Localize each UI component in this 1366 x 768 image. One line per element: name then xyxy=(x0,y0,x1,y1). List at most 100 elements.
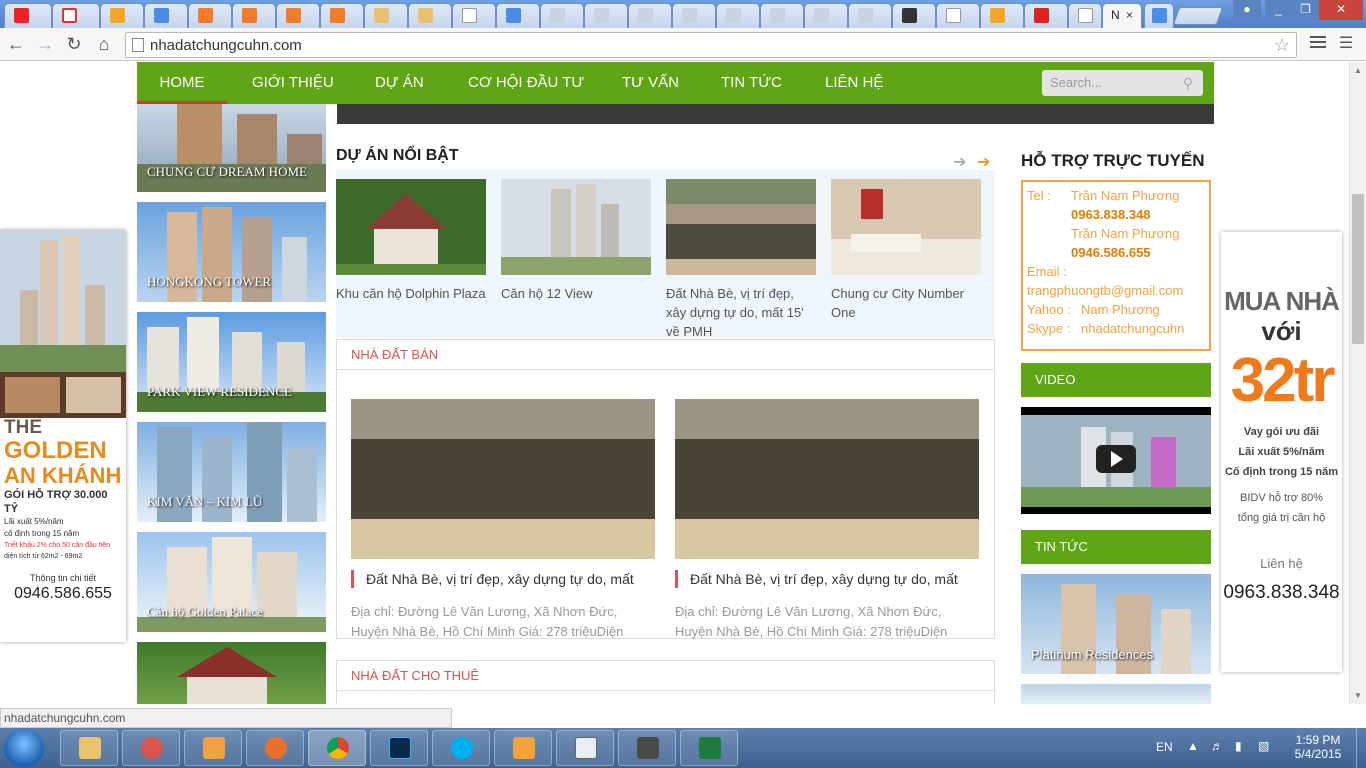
listing-item[interactable]: Đất Nhà Bè, vị trí đẹp, xây dựng tự do, … xyxy=(675,399,979,642)
tab-loading-7[interactable] xyxy=(804,3,848,28)
left-floating-ad[interactable]: THE GOLDEN AN KHÁNH GÓI HỖ TRỢ 30.000 TỶ… xyxy=(0,230,126,642)
taskbar-explorer[interactable] xyxy=(60,730,118,766)
tab-gmail[interactable] xyxy=(52,3,100,28)
support-skype[interactable]: nhadatchungcuhn xyxy=(1081,321,1184,336)
featured-item[interactable]: Khu căn hộ Dolphin Plaza xyxy=(336,179,486,303)
featured-item[interactable]: Căn hộ 12 View xyxy=(501,179,651,303)
user-icon[interactable]: ● xyxy=(1233,0,1261,20)
support-email[interactable]: trangphuongtb@gmail.com xyxy=(1027,281,1205,300)
project-card[interactable]: Căn hộ Golden Palace xyxy=(137,532,326,632)
project-card[interactable]: HONGKONG TOWER xyxy=(137,202,326,302)
tab-site-4[interactable] xyxy=(320,3,364,28)
next-arrow-icon[interactable]: ➔ xyxy=(977,152,990,172)
video-player[interactable] xyxy=(1021,407,1211,514)
search-input[interactable]: Search... ⚲ xyxy=(1042,70,1203,96)
project-card[interactable]: KIM VĂN – KIM LŨ xyxy=(137,422,326,522)
tab-loading-4[interactable] xyxy=(672,3,716,28)
tab-doc-2[interactable] xyxy=(936,3,980,28)
menu-icon[interactable] xyxy=(1310,36,1326,51)
support-yahoo[interactable]: Nam Phương xyxy=(1081,302,1160,317)
tab-youtube[interactable] xyxy=(4,3,52,28)
news-item[interactable] xyxy=(1021,684,1211,704)
listing-item[interactable]: Đất Nhà Bè, vị trí đẹp, xây dựng tự do, … xyxy=(351,399,655,642)
featured-item[interactable]: Đất Nhà Bè, vị trí đẹp, xây dựng tự do, … xyxy=(666,179,816,341)
tab-pma[interactable] xyxy=(100,3,144,28)
support-phone[interactable]: 0963.838.348 xyxy=(1071,207,1151,222)
scroll-up-icon[interactable]: ▲ xyxy=(1354,66,1362,75)
taskbar-window[interactable] xyxy=(556,730,614,766)
tab-site-3[interactable] xyxy=(276,3,320,28)
reload-button[interactable]: ↻ xyxy=(62,32,86,56)
tab-loading-1[interactable] xyxy=(540,3,584,28)
tab-google-1[interactable] xyxy=(496,3,540,28)
tab-loading-5[interactable] xyxy=(716,3,760,28)
featured-item[interactable]: Chung cư City Number One xyxy=(831,179,981,322)
tab-site-2[interactable] xyxy=(232,3,276,28)
language-indicator[interactable]: EN xyxy=(1156,740,1173,754)
clock[interactable]: 1:59 PM 5/4/2015 xyxy=(1293,733,1343,761)
tab-site-7[interactable] xyxy=(892,3,936,28)
nav-home[interactable]: HOME xyxy=(137,62,227,104)
back-button[interactable]: ← xyxy=(4,32,28,56)
taskbar-media[interactable] xyxy=(184,730,242,766)
listing-title[interactable]: Đất Nhà Bè, vị trí đẹp, xây dựng tự do, … xyxy=(351,570,655,588)
project-card[interactable]: CHUNG CƯ DREAM HOME xyxy=(137,104,326,192)
tab-loading-8[interactable] xyxy=(848,3,892,28)
tab-doc-1[interactable] xyxy=(452,3,496,28)
close-tab-icon[interactable]: × xyxy=(1126,8,1133,22)
tab-doc-3[interactable] xyxy=(1068,3,1102,28)
taskbar-outlook[interactable] xyxy=(494,730,552,766)
network-icon[interactable]: ▧ xyxy=(1258,739,1269,753)
bookmark-star-icon[interactable]: ☆ xyxy=(1274,35,1290,56)
taskbar-sublime[interactable] xyxy=(618,730,676,766)
new-tab-button[interactable] xyxy=(1172,7,1224,25)
video-thumbnail xyxy=(1021,415,1211,507)
home-icon[interactable]: ⌂ xyxy=(92,32,116,56)
taskbar-excel[interactable] xyxy=(680,730,738,766)
project-card[interactable] xyxy=(137,642,326,704)
extension-icon[interactable]: ☰ xyxy=(1334,32,1358,56)
tab-site-6[interactable] xyxy=(408,3,452,28)
address-bar[interactable]: nhadatchungcuhn.com ☆ xyxy=(125,32,1297,58)
taskbar-photoshop[interactable] xyxy=(370,730,428,766)
taskbar-firefox[interactable] xyxy=(246,730,304,766)
volume-icon[interactable]: ♬ xyxy=(1211,739,1223,753)
tab-loading-6[interactable] xyxy=(760,3,804,28)
nav-about[interactable]: GIỚI THIỆU xyxy=(252,62,334,104)
right-floating-ad[interactable]: MUA NHÀ với 32tr Vay gói ưu đãi Lãi xuất… xyxy=(1221,232,1342,672)
scroll-down-icon[interactable]: ▼ xyxy=(1354,691,1362,700)
news-item[interactable]: Platinum Residences xyxy=(1021,574,1211,674)
tab-site-5[interactable] xyxy=(364,3,408,28)
nav-projects[interactable]: DỰ ÁN xyxy=(375,62,424,104)
taskbar-chrome[interactable] xyxy=(308,730,366,766)
scrollbar-thumb[interactable] xyxy=(1352,194,1364,344)
tab-vn-flag[interactable] xyxy=(1024,3,1068,28)
start-button[interactable] xyxy=(4,729,44,767)
tab-active[interactable]: N × xyxy=(1102,3,1142,28)
support-phone[interactable]: 0946.586.655 xyxy=(1071,245,1151,260)
nav-investment[interactable]: CƠ HỘI ĐẦU TƯ xyxy=(468,62,584,104)
prev-arrow-icon[interactable]: ➔ xyxy=(953,152,966,172)
taskbar-skype[interactable] xyxy=(432,730,490,766)
tab-loading-3[interactable] xyxy=(628,3,672,28)
nav-news[interactable]: TIN TỨC xyxy=(721,62,782,104)
nav-contact[interactable]: LIÊN HỆ xyxy=(825,62,883,104)
close-window-button[interactable]: ✕ xyxy=(1319,0,1363,20)
project-card[interactable]: PARK VIEW RESIDENCE xyxy=(137,312,326,412)
nav-consulting[interactable]: TƯ VẤN xyxy=(622,62,679,104)
page-scrollbar[interactable]: ▲ ▼ xyxy=(1349,62,1366,704)
listing-title[interactable]: Đất Nhà Bè, vị trí đẹp, xây dựng tự do, … xyxy=(675,570,979,588)
tab-translate[interactable] xyxy=(144,3,188,28)
tab-loading-2[interactable] xyxy=(584,3,628,28)
show-desktop-button[interactable] xyxy=(1356,728,1366,768)
tab-site-8[interactable] xyxy=(980,3,1024,28)
search-icon[interactable]: ⚲ xyxy=(1183,70,1193,96)
tab-google-2[interactable] xyxy=(1144,3,1174,28)
tab-site-1[interactable] xyxy=(188,3,232,28)
power-icon[interactable]: ▮ xyxy=(1235,739,1242,753)
forward-button[interactable]: → xyxy=(33,32,57,56)
minimize-button[interactable]: _ xyxy=(1265,0,1292,20)
show-hidden-icons[interactable]: ▲ xyxy=(1187,739,1199,753)
maximize-button[interactable]: ❐ xyxy=(1292,0,1319,20)
taskbar-app-1[interactable] xyxy=(122,730,180,766)
